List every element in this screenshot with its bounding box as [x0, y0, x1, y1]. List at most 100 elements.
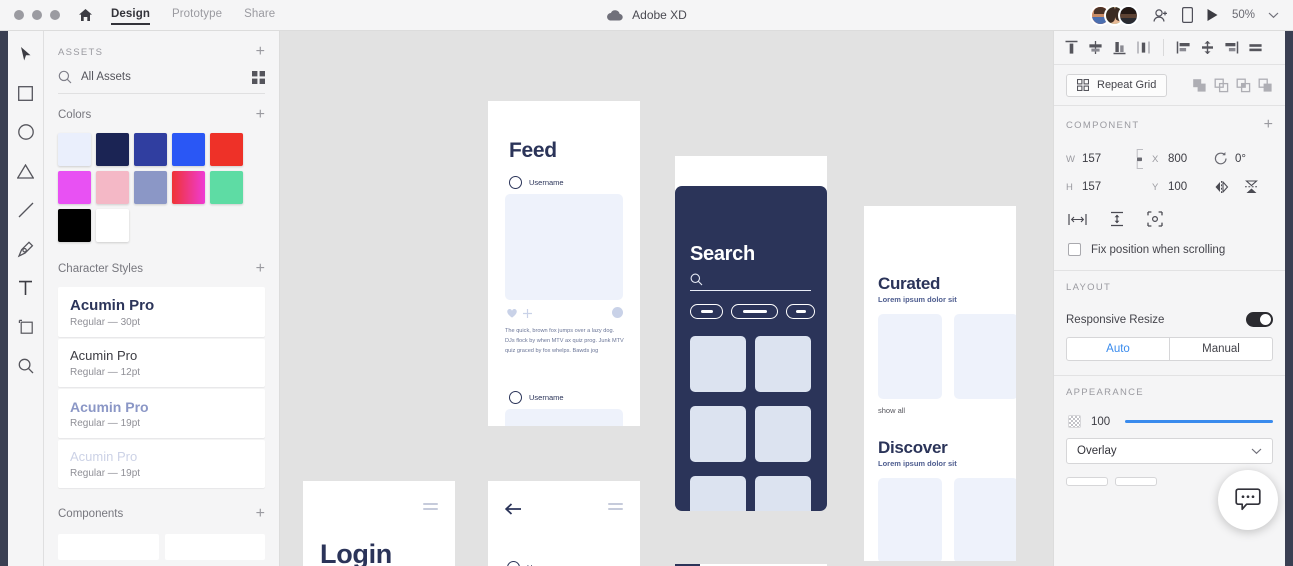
- login-hamburger-icon[interactable]: [423, 503, 438, 510]
- mobile-preview-icon[interactable]: [1181, 7, 1193, 23]
- artboard-search[interactable]: Search: [675, 186, 827, 511]
- x-value[interactable]: 800: [1168, 153, 1187, 165]
- chat-bubble-button[interactable]: [1218, 470, 1278, 530]
- play-icon[interactable]: [1206, 8, 1219, 22]
- height-value[interactable]: 157: [1082, 181, 1101, 193]
- line-tool[interactable]: [14, 198, 38, 222]
- profile-hamburger-icon[interactable]: [608, 503, 623, 510]
- add-shapes-icon[interactable]: [1192, 78, 1207, 93]
- character-style-item[interactable]: Acumin Pro Regular — 30pt: [58, 287, 265, 338]
- curated-card[interactable]: [878, 314, 942, 399]
- search-input[interactable]: All Assets: [81, 71, 243, 83]
- color-red-magenta-gradient[interactable]: [172, 171, 205, 204]
- align-left-icon[interactable]: [1176, 40, 1191, 55]
- opacity-slider[interactable]: [1125, 420, 1273, 423]
- curated-show-all-link[interactable]: show all: [878, 406, 905, 415]
- exclude-overlap-icon[interactable]: [1258, 78, 1273, 93]
- zoom-level-value[interactable]: 50%: [1232, 9, 1255, 21]
- y-field[interactable]: Y 100: [1152, 181, 1214, 193]
- search-icon[interactable]: [690, 273, 703, 286]
- width-field[interactable]: W 157: [1066, 153, 1126, 165]
- grid-view-icon[interactable]: [252, 70, 265, 84]
- repeat-grid-button[interactable]: Repeat Grid: [1066, 73, 1168, 97]
- align-bottom-icon[interactable]: [1112, 40, 1127, 55]
- lock-aspect-ratio-icon[interactable]: [1126, 148, 1152, 170]
- search-grid-cell[interactable]: [755, 476, 811, 511]
- feed-heart-icon[interactable]: [507, 309, 517, 318]
- search-grid-cell[interactable]: [755, 406, 811, 462]
- character-style-item[interactable]: Acumin Pro Regular — 19pt: [58, 440, 265, 489]
- text-tool[interactable]: [14, 276, 38, 300]
- width-value[interactable]: 157: [1082, 153, 1101, 165]
- chevron-down-icon[interactable]: [1268, 12, 1279, 19]
- search-grid-cell[interactable]: [755, 336, 811, 392]
- search-grid-cell[interactable]: [690, 336, 746, 392]
- path-options-icon[interactable]: [1109, 211, 1125, 227]
- tab-share[interactable]: Share: [244, 8, 275, 23]
- distribute-horizontal-icon[interactable]: [1248, 40, 1263, 55]
- window-traffic-lights[interactable]: [14, 10, 60, 20]
- discover-card[interactable]: [954, 478, 1016, 561]
- rotation-field[interactable]: 0°: [1214, 152, 1246, 166]
- color-pink[interactable]: [96, 171, 129, 204]
- profile-back-arrow-icon[interactable]: [505, 503, 522, 515]
- resize-mode-auto[interactable]: Auto: [1067, 338, 1169, 360]
- resize-mode-manual[interactable]: Manual: [1169, 338, 1272, 360]
- color-navy[interactable]: [96, 133, 129, 166]
- curated-card[interactable]: [954, 314, 1016, 399]
- color-black[interactable]: [58, 209, 91, 242]
- maximize-window-button[interactable]: [50, 10, 60, 20]
- color-white[interactable]: [96, 209, 129, 242]
- color-blue[interactable]: [172, 133, 205, 166]
- select-tool[interactable]: [14, 42, 38, 66]
- character-style-item[interactable]: Acumin Pro Regular — 19pt: [58, 389, 265, 439]
- corner-radius-icon[interactable]: [1068, 213, 1087, 226]
- y-value[interactable]: 100: [1168, 181, 1187, 193]
- character-style-item[interactable]: Acumin Pro Regular — 12pt: [58, 339, 265, 388]
- tab-design[interactable]: Design: [111, 8, 150, 25]
- component-thumb[interactable]: [164, 534, 265, 561]
- polygon-tool[interactable]: [14, 159, 38, 183]
- feed-plus-icon[interactable]: [523, 309, 532, 318]
- search-chip-2[interactable]: [731, 304, 778, 319]
- add-character-style-button[interactable]: +: [256, 261, 265, 277]
- align-top-icon[interactable]: [1064, 40, 1079, 55]
- rectangle-tool[interactable]: [14, 81, 38, 105]
- close-window-button[interactable]: [14, 10, 24, 20]
- search-chip-1[interactable]: [690, 304, 723, 319]
- add-component-button[interactable]: +: [256, 506, 265, 522]
- scale-icon[interactable]: [1147, 211, 1163, 227]
- align-vertical-center-icon[interactable]: [1136, 40, 1151, 55]
- add-person-icon[interactable]: [1152, 8, 1169, 23]
- responsive-resize-toggle[interactable]: [1246, 312, 1273, 327]
- artboard-curated[interactable]: Curated Lorem ipsum dolor sit show all D…: [864, 206, 1016, 561]
- artboard-tool[interactable]: [14, 315, 38, 339]
- assets-search-row[interactable]: All Assets: [44, 68, 279, 93]
- blend-mode-select[interactable]: Overlay: [1066, 438, 1273, 464]
- artboard-profile[interactable]: Username: [488, 481, 640, 566]
- search-grid-cell[interactable]: [690, 476, 746, 511]
- flip-horizontal-icon[interactable]: [1214, 181, 1229, 193]
- fix-position-checkbox[interactable]: [1068, 243, 1081, 256]
- color-indigo[interactable]: [134, 133, 167, 166]
- fix-position-row[interactable]: Fix position when scrolling: [1054, 231, 1285, 270]
- pen-nib-icon[interactable]: [14, 237, 38, 261]
- design-canvas[interactable]: Feed Username The quick, brown fox jumps…: [281, 31, 1053, 566]
- artboard-feed[interactable]: Feed Username The quick, brown fox jumps…: [488, 101, 640, 426]
- color-slate-blue[interactable]: [134, 171, 167, 204]
- distribute-vertical-icon[interactable]: [1200, 40, 1215, 55]
- color-green[interactable]: [210, 171, 243, 204]
- magnifier-icon[interactable]: [14, 354, 38, 378]
- add-color-button[interactable]: +: [256, 107, 265, 123]
- x-field[interactable]: X 800: [1152, 153, 1214, 165]
- search-grid-cell[interactable]: [690, 406, 746, 462]
- subtract-shapes-icon[interactable]: [1214, 78, 1229, 93]
- minimize-window-button[interactable]: [32, 10, 42, 20]
- intersect-shapes-icon[interactable]: [1236, 78, 1251, 93]
- align-horizontal-center-icon[interactable]: [1088, 40, 1103, 55]
- collaborator-avatar-3[interactable]: [1117, 4, 1139, 26]
- discover-card[interactable]: [878, 478, 942, 561]
- height-field[interactable]: H 157: [1066, 181, 1126, 193]
- border-swatch-field[interactable]: [1115, 477, 1157, 486]
- opacity-value[interactable]: 100: [1091, 416, 1115, 428]
